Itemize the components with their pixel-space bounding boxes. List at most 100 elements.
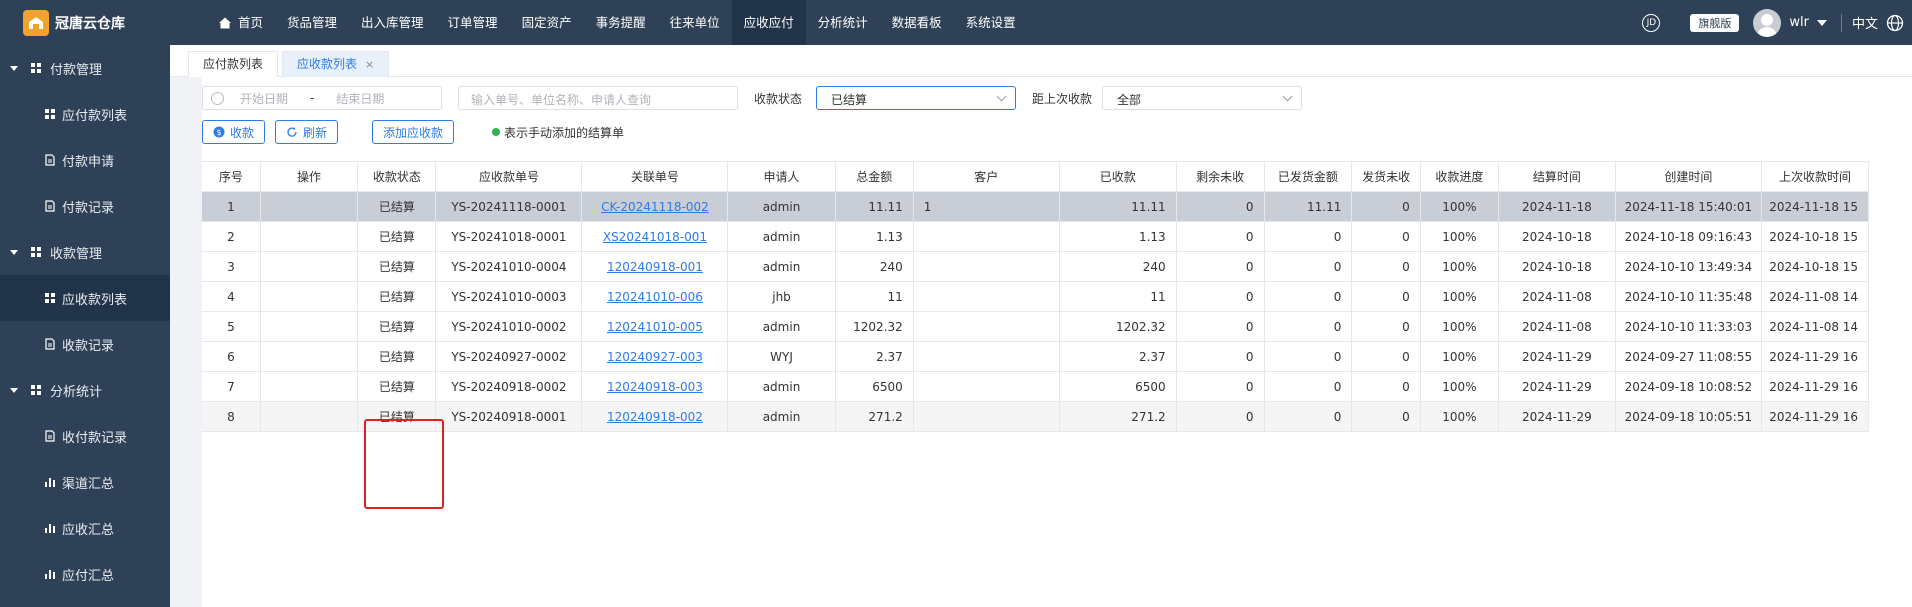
column-header[interactable]: 已发货金额	[1265, 162, 1353, 191]
sidebar-item-payable-summary[interactable]: 应付汇总	[0, 551, 170, 597]
app-logo[interactable]: 冠唐云仓库	[0, 0, 170, 45]
column-header[interactable]: 剩余未收	[1177, 162, 1265, 191]
sidebar-group-analysis[interactable]: 分析统计	[0, 367, 170, 413]
sidebar-item-payment-records[interactable]: 付款记录	[0, 183, 170, 229]
table-row[interactable]: 5 已结算 YS-20241010-0002 120241010-005 admin 12…	[202, 312, 1870, 342]
theme-icon[interactable]: JD	[1642, 13, 1661, 32]
table-header[interactable]: 序号 操作 收款状态 应收款单号 关联单号 申请人 总金额 客户 已收款 剩余未收 已发货金额 发货未…	[202, 162, 1870, 192]
column-header[interactable]: 客户	[914, 162, 1060, 191]
table-row[interactable]: 2 已结算 YS-20241018-0001 XS20241018-001 admin 1…	[202, 222, 1870, 252]
cell-value[interactable]: 120240918-001	[607, 260, 703, 274]
nav-item-0[interactable]: 首页	[206, 0, 275, 45]
table-row[interactable]: 4 已结算 YS-20241010-0003 120241010-006 jhb 11 11…	[202, 282, 1870, 312]
cell-value[interactable]: 120241010-006	[607, 290, 703, 304]
sidebar-item-payment-request[interactable]: 付款申请	[0, 137, 170, 183]
cell-value[interactable]: 120240927-003	[607, 350, 703, 364]
nav-item-7[interactable]: 应收应付	[731, 0, 806, 45]
chevron-down-icon	[1282, 91, 1293, 102]
table-row[interactable]: 7 已结算 YS-20240918-0002 120240918-003 admin 65…	[202, 372, 1870, 402]
sidebar-item-receivable-summary[interactable]: 应收汇总	[0, 505, 170, 551]
bar-chart-icon	[44, 522, 56, 534]
column-header[interactable]: 序号	[202, 162, 261, 191]
cell-value[interactable]: CK-20241118-002	[601, 200, 709, 214]
chevron-down-icon[interactable]	[1816, 19, 1827, 26]
table-cell: YS-20241010-0002	[436, 312, 583, 341]
nav-item-3[interactable]: 订单管理	[436, 0, 510, 45]
sidebar-item-receivables[interactable]: 应收款列表	[0, 275, 170, 321]
table-cell: CK-20241118-002	[582, 192, 729, 221]
column-header[interactable]: 已收款	[1060, 162, 1177, 191]
table-cell: 2024-11-08	[1499, 312, 1616, 341]
cell-value[interactable]: 120241010-005	[607, 320, 703, 334]
sidebar-group-receipt[interactable]: 收款管理	[0, 229, 170, 275]
user-name[interactable]: wlr	[1789, 15, 1809, 30]
sidebar-group-payment[interactable]: 付款管理	[0, 45, 170, 91]
cell-value[interactable]: XS20241018-001	[603, 230, 707, 244]
table-cell: 0	[1352, 402, 1421, 431]
nav-item-2[interactable]: 出入库管理	[349, 0, 436, 45]
cell-value: 11	[1150, 289, 1166, 304]
table-row[interactable]: 1 已结算 YS-20241118-0001 CK-20241118-002 admin…	[202, 192, 1870, 222]
nav-item-4[interactable]: 固定资产	[510, 0, 584, 45]
cell-value: 1	[227, 199, 235, 214]
table-row[interactable]: 6 已结算 YS-20240927-0002 120240927-003 WYJ 2.37…	[202, 342, 1870, 372]
close-icon[interactable]: ×	[365, 58, 374, 71]
nav-item-6[interactable]: 往来单位	[658, 0, 732, 45]
cell-value: YS-20241118-0001	[451, 199, 567, 214]
table-cell: YS-20240918-0002	[436, 372, 583, 401]
cell-value: YS-20241010-0003	[451, 289, 567, 304]
cell-value: admin	[762, 409, 801, 424]
table-cell: 0	[1177, 342, 1265, 371]
table-cell: jhb	[728, 282, 836, 311]
sidebar-item-receipt-records[interactable]: 收款记录	[0, 321, 170, 367]
status-select[interactable]: 已结算	[816, 86, 1017, 110]
column-header[interactable]: 创建时间	[1616, 162, 1762, 191]
table-cell: 0	[1352, 252, 1421, 281]
column-header[interactable]: 发货未收	[1352, 162, 1421, 191]
nav-item-1[interactable]: 货品管理	[275, 0, 349, 45]
sidebar-item-channel-summary[interactable]: 渠道汇总	[0, 459, 170, 505]
header-label: 发货未收	[1362, 170, 1411, 184]
column-header[interactable]: 总金额	[836, 162, 914, 191]
column-header[interactable]: 收款状态	[358, 162, 437, 191]
date-range-picker[interactable]: 开始日期 - 结束日期	[202, 86, 442, 110]
table-row[interactable]: 8 已结算 YS-20240918-0001 120240918-002 admin 27…	[202, 402, 1870, 432]
sidebar-item-payment-log[interactable]: 收付款记录	[0, 413, 170, 459]
add-receivable-button[interactable]: 添加应收款	[372, 120, 455, 144]
table-cell: 11	[1060, 282, 1177, 311]
sidebar-item-payables[interactable]: 应付款列表	[0, 91, 170, 137]
last-receipt-select[interactable]: 全部	[1102, 86, 1303, 110]
start-date-input[interactable]: 开始日期	[240, 90, 288, 107]
column-header[interactable]: 收款进度	[1421, 162, 1499, 191]
cell-value[interactable]: 120240918-002	[607, 410, 703, 424]
tab-receivables[interactable]: 应收款列表 ×	[282, 51, 390, 77]
cell-value: 100%	[1442, 229, 1477, 244]
nav-item-5[interactable]: 事务提醒	[584, 0, 658, 45]
table-cell: 已结算	[358, 252, 437, 281]
end-date-input[interactable]: 结束日期	[336, 90, 384, 107]
column-header[interactable]: 上次收款时间	[1762, 162, 1870, 191]
refresh-button[interactable]: 刷新	[275, 120, 339, 144]
cell-value[interactable]: 120240918-003	[607, 380, 703, 394]
last-receipt-label: 距上次收款	[1032, 91, 1093, 106]
column-header[interactable]: 结算时间	[1499, 162, 1616, 191]
nav-item-10[interactable]: 系统设置	[954, 0, 1028, 45]
column-header[interactable]: 申请人	[728, 162, 836, 191]
language-switch[interactable]: 中文	[1852, 13, 1878, 32]
collect-button[interactable]: $ 收款	[202, 120, 266, 144]
table-row[interactable]: 3 已结算 YS-20241010-0004 120240918-001 admin 24…	[202, 252, 1870, 282]
cell-value: 100%	[1442, 289, 1477, 304]
table-cell: 0	[1352, 342, 1421, 371]
nav-item-9[interactable]: 数据看板	[880, 0, 954, 45]
nav-item-8[interactable]: 分析统计	[806, 0, 880, 45]
avatar[interactable]	[1753, 8, 1782, 37]
nav-item-label: 系统设置	[965, 15, 1016, 30]
globe-icon[interactable]	[1886, 14, 1904, 32]
column-header[interactable]: 关联单号	[582, 162, 729, 191]
table-cell: 已结算	[358, 372, 437, 401]
tab-payables[interactable]: 应付款列表	[188, 51, 279, 77]
search-input[interactable]: 输入单号、单位名称、申请人查询	[458, 86, 738, 110]
column-header[interactable]: 应收款单号	[436, 162, 583, 191]
column-header[interactable]: 操作	[261, 162, 359, 191]
sidebar-item-label: 渠道汇总	[62, 476, 115, 492]
